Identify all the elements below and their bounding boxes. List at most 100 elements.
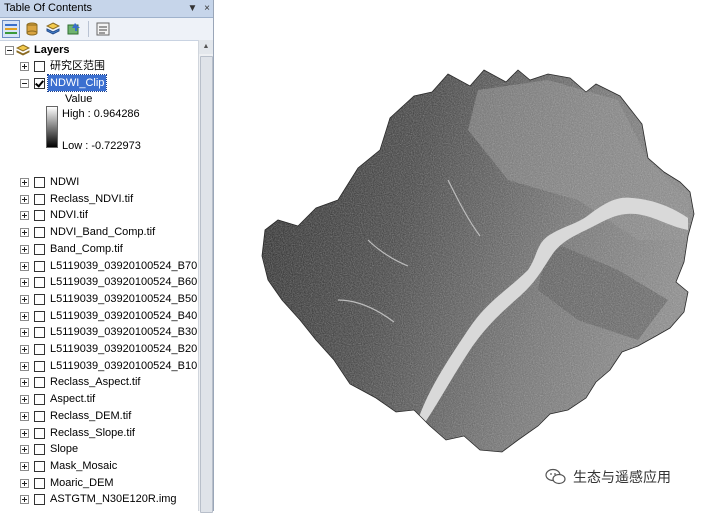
expand-toggle[interactable]	[20, 261, 29, 271]
layer-visibility-checkbox[interactable]	[34, 410, 45, 422]
legend-high-label: High : 0.964286	[62, 108, 140, 120]
table-of-contents-panel: Table Of Contents ▼ × Layers 研究区范围 NDWI_…	[0, 0, 214, 513]
raster-texture	[262, 70, 694, 452]
layer-visibility-checkbox[interactable]	[34, 78, 45, 89]
legend-low-label: Low : -0.722973	[62, 140, 141, 152]
pin-dropdown-icon[interactable]: ▼	[187, 3, 197, 14]
toc-toolbar	[0, 18, 213, 41]
expand-toggle[interactable]	[20, 194, 29, 204]
layer-row[interactable]: Aspect.tif	[0, 391, 198, 407]
layer-row[interactable]: Band_Comp.tif	[0, 241, 198, 257]
layer-label: L5119039_03920100524_B60.TI	[50, 276, 198, 289]
layer-row[interactable]: NDVI.tif	[0, 207, 198, 223]
layer-visibility-checkbox[interactable]	[34, 427, 45, 439]
layer-visibility-checkbox[interactable]	[34, 327, 45, 339]
layer-row[interactable]: Reclass_Slope.tif	[0, 425, 198, 441]
layer-visibility-checkbox[interactable]	[34, 277, 45, 289]
expand-toggle[interactable]	[20, 395, 29, 405]
expand-toggle[interactable]	[20, 345, 29, 354]
layer-row[interactable]: L5119039_03920100524_B70.TI	[0, 258, 198, 274]
layer-visibility-checkbox[interactable]	[34, 360, 45, 372]
layer-label: L5119039_03920100524_B40.TI	[50, 309, 198, 322]
layer-label: L5119039_03920100524_B50.TI	[50, 292, 198, 305]
layers-root-row[interactable]: Layers	[0, 42, 198, 58]
map-view[interactable]	[218, 0, 720, 511]
layer-visibility-checkbox[interactable]	[34, 177, 45, 188]
layer-label: NDVI.tif	[50, 209, 88, 222]
collapse-toggle[interactable]	[20, 79, 29, 88]
layer-row[interactable]: L5119039_03920100524_B60.TI	[0, 274, 198, 290]
layer-visibility-checkbox[interactable]	[34, 227, 45, 239]
expand-toggle[interactable]	[20, 478, 29, 488]
expand-toggle[interactable]	[20, 178, 29, 187]
collapse-toggle[interactable]	[5, 46, 14, 55]
layer-row[interactable]: Reclass_DEM.tif	[0, 408, 198, 424]
expand-toggle[interactable]	[20, 211, 29, 221]
expand-toggle[interactable]	[20, 244, 29, 254]
expand-toggle[interactable]	[20, 428, 29, 438]
scroll-up-arrow-icon[interactable]: ▲	[199, 40, 213, 54]
layer-row[interactable]: Reclass_Aspect.tif	[0, 374, 198, 390]
toc-scrollbar[interactable]: ▲	[198, 40, 213, 513]
layer-label: Aspect.tif	[50, 393, 96, 406]
layer-label: ASTGTM_N30E120R.img	[50, 493, 177, 506]
layer-visibility-checkbox[interactable]	[34, 310, 45, 322]
layer-row[interactable]: Mask_Mosaic	[0, 458, 198, 474]
selection-icon	[67, 23, 80, 35]
layer-visibility-checkbox[interactable]	[34, 444, 45, 456]
layer-visibility-checkbox[interactable]	[34, 394, 45, 406]
list-by-visibility-button[interactable]	[44, 20, 62, 38]
legend-color-ramp	[46, 106, 58, 148]
layer-label: Reclass_Slope.tif	[50, 426, 135, 439]
layer-row[interactable]: L5119039_03920100524_B30.TI	[0, 324, 198, 340]
layer-visibility-checkbox[interactable]	[34, 344, 45, 355]
layer-visibility-checkbox[interactable]	[34, 377, 45, 389]
layer-row[interactable]: NDWI	[0, 174, 198, 190]
expand-toggle[interactable]	[20, 278, 29, 288]
close-icon[interactable]: ×	[204, 3, 210, 14]
expand-toggle[interactable]	[20, 445, 29, 455]
layer-label: 研究区范围	[50, 60, 105, 72]
expand-toggle[interactable]	[20, 361, 29, 371]
layer-label: Band_Comp.tif	[50, 242, 123, 255]
layer-row[interactable]: Slope	[0, 441, 198, 457]
expand-toggle[interactable]	[20, 228, 29, 238]
expand-toggle[interactable]	[20, 411, 29, 421]
layer-visibility-checkbox[interactable]	[34, 460, 45, 472]
layer-label: L5119039_03920100524_B70.TI	[50, 259, 198, 272]
legend-heading: Value	[65, 93, 93, 105]
scroll-thumb[interactable]	[200, 56, 213, 513]
list-by-selection-button[interactable]	[65, 20, 83, 38]
layer-row-study-area[interactable]: 研究区范围	[0, 58, 198, 74]
toc-options-button[interactable]	[94, 20, 112, 38]
layer-visibility-checkbox[interactable]	[34, 477, 45, 489]
expand-toggle[interactable]	[20, 62, 29, 71]
expand-toggle[interactable]	[20, 328, 29, 338]
layer-row[interactable]: NDVI_Band_Comp.tif	[0, 224, 198, 240]
layer-row[interactable]: L5119039_03920100524_B50.TI	[0, 291, 198, 307]
toc-title: Table Of Contents	[4, 2, 93, 14]
layer-row[interactable]: L5119039_03920100524_B40.TI	[0, 308, 198, 324]
expand-toggle[interactable]	[20, 461, 29, 471]
layer-visibility-checkbox[interactable]	[34, 494, 45, 506]
layer-row-ndwi-clip[interactable]: NDWI_Clip	[0, 74, 198, 92]
layer-row[interactable]: Reclass_NDVI.tif	[0, 191, 198, 207]
list-by-source-button[interactable]	[23, 20, 41, 38]
layer-visibility-checkbox[interactable]	[34, 243, 45, 255]
expand-toggle[interactable]	[20, 495, 29, 505]
layer-visibility-checkbox[interactable]	[34, 260, 45, 272]
expand-toggle[interactable]	[20, 311, 29, 321]
list-by-drawing-order-button[interactable]	[2, 20, 20, 38]
layer-visibility-checkbox[interactable]	[34, 293, 45, 305]
layer-row[interactable]: L5119039_03920100524_B10.TI	[0, 358, 198, 374]
expand-toggle[interactable]	[20, 378, 29, 388]
layer-row[interactable]: ASTGTM_N30E120R.img	[0, 491, 198, 507]
layer-row[interactable]: L5119039_03920100524_B20.TI	[0, 341, 198, 357]
layer-visibility-checkbox[interactable]	[34, 193, 45, 205]
layer-visibility-checkbox[interactable]	[34, 210, 45, 222]
layer-visibility-checkbox[interactable]	[34, 61, 45, 72]
expand-toggle[interactable]	[20, 294, 29, 304]
ndwi-raster-map[interactable]	[218, 0, 720, 511]
toc-title-bar: Table Of Contents ▼ ×	[0, 0, 213, 18]
layer-row[interactable]: Moaric_DEM	[0, 475, 198, 491]
